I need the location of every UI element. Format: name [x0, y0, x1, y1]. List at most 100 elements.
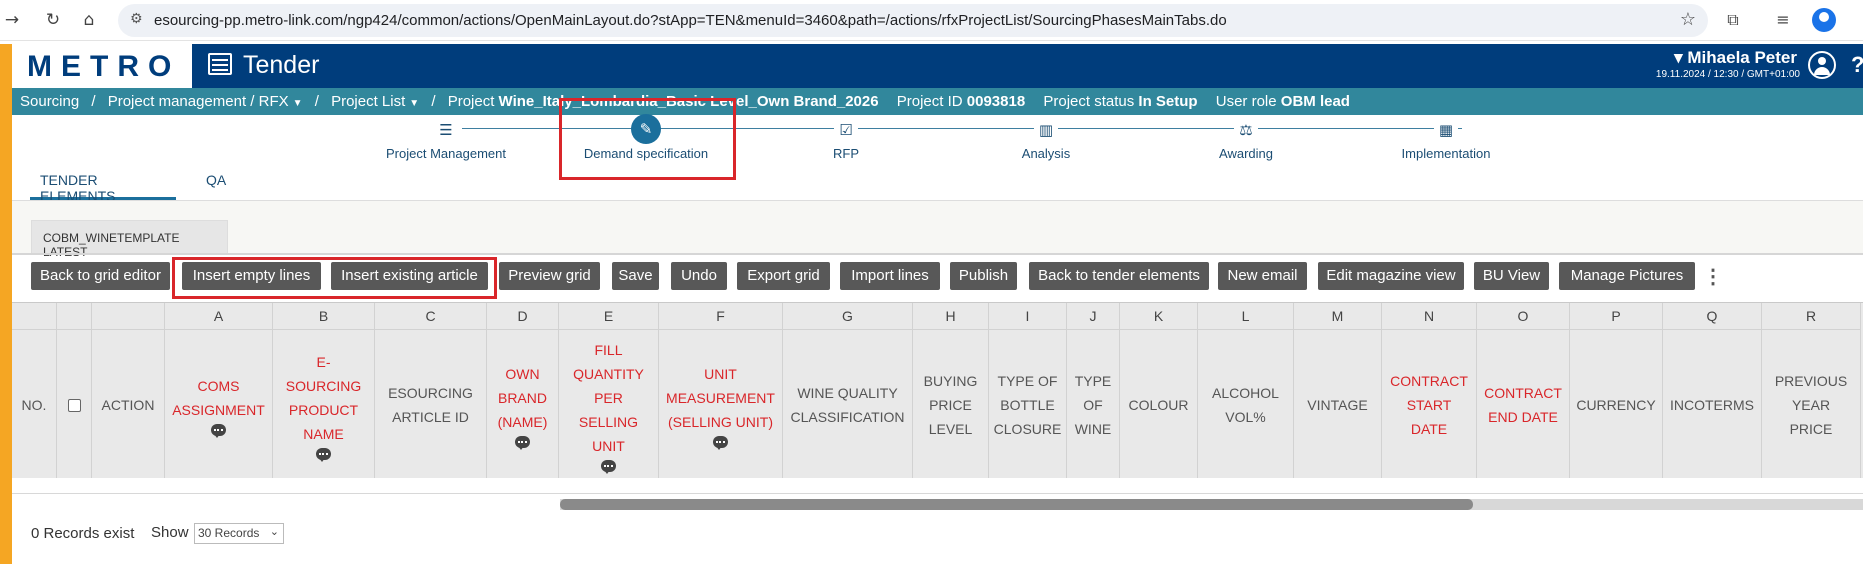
- new-email-button[interactable]: New email: [1218, 262, 1307, 290]
- user-menu[interactable]: ▾ Mihaela Peter: [1674, 48, 1797, 68]
- comment-icon[interactable]: [601, 460, 616, 474]
- step-project-management[interactable]: ☰ Project Management: [356, 118, 536, 161]
- bu-view-button[interactable]: BU View: [1474, 262, 1549, 290]
- column-header[interactable]: FILL QUANTITY PER SELLING UNIT: [559, 331, 658, 479]
- column-header[interactable]: ESOURCING ARTICLE ID: [375, 331, 486, 479]
- home-icon[interactable]: ⌂: [77, 8, 101, 32]
- tender-icon: [208, 53, 232, 75]
- column-header[interactable]: TYPE OF WINE: [1067, 331, 1119, 479]
- user-avatar-icon[interactable]: [1808, 51, 1836, 79]
- tab-qa[interactable]: QA: [206, 170, 226, 200]
- step-awarding[interactable]: ⚖ Awarding: [1156, 118, 1336, 161]
- column-header[interactable]: CONTRACT END DATE: [1477, 331, 1569, 479]
- column-header[interactable]: COLOUR: [1120, 331, 1197, 479]
- publish-button[interactable]: Publish: [950, 262, 1017, 290]
- column-header[interactable]: VINTAGE: [1294, 331, 1381, 479]
- edit-magazine-view-button[interactable]: Edit magazine view: [1318, 262, 1464, 290]
- column-header-line: FILL: [594, 342, 623, 358]
- breadcrumb-project-list[interactable]: Project List ▼: [331, 93, 419, 110]
- comment-icon[interactable]: [211, 424, 226, 438]
- user-role: OBM lead: [1280, 93, 1350, 110]
- project-label: Project: [447, 93, 495, 110]
- export-grid-button[interactable]: Export grid: [737, 262, 830, 290]
- column-letter: H: [913, 303, 988, 330]
- breadcrumb-project-management-label: Project management / RFX: [107, 93, 289, 110]
- bookmark-star-icon[interactable]: ☆: [1680, 9, 1696, 30]
- template-tab[interactable]: COBM_WINETEMPLATE LATEST: [31, 220, 228, 259]
- column-header[interactable]: TYPE OF BOTTLE CLOSURE: [989, 331, 1066, 479]
- comment-icon[interactable]: [515, 436, 530, 450]
- column-header-no: NO.: [21, 397, 47, 413]
- step-rfp[interactable]: ☑ RFP: [756, 118, 936, 161]
- import-lines-button[interactable]: Import lines: [840, 262, 940, 290]
- column-header-line: CLOSURE: [993, 421, 1062, 437]
- calendar-icon: ▦: [1434, 118, 1458, 142]
- site-info-icon[interactable]: ⚙: [130, 11, 143, 27]
- breadcrumb-project-management[interactable]: Project management / RFX ▼: [108, 93, 303, 110]
- url-text[interactable]: esourcing-pp.metro-link.com/ngp424/commo…: [154, 12, 1227, 29]
- column-header[interactable]: INCOTERMS: [1663, 331, 1761, 479]
- media-queue-icon[interactable]: ≡: [1771, 8, 1795, 32]
- forward-icon[interactable]: →: [0, 8, 24, 32]
- column-header-line: PRICE: [929, 397, 972, 413]
- more-options-icon[interactable]: ⋮: [1703, 264, 1723, 289]
- back-to-grid-editor-button[interactable]: Back to grid editor: [31, 262, 170, 290]
- column-header[interactable]: OWN BRAND (NAME): [487, 331, 558, 479]
- column-letter: [12, 303, 56, 330]
- chevron-down-icon: ▼: [292, 98, 303, 109]
- step-implementation[interactable]: ▦ Implementation: [1356, 118, 1536, 161]
- column-letter: R: [1762, 303, 1860, 330]
- column-header[interactable]: E- SOURCING PRODUCT NAME: [273, 331, 374, 479]
- breadcrumb-separator: /: [431, 93, 436, 110]
- column-header-line: (SELLING UNIT): [667, 414, 773, 430]
- breadcrumb-separator: /: [91, 93, 96, 110]
- chevron-down-icon: ⌄: [269, 526, 279, 538]
- reload-icon[interactable]: ↻: [41, 8, 65, 32]
- grid-column-k: K COLOUR: [1120, 303, 1198, 479]
- column-header[interactable]: COMS ASSIGNMENT: [165, 331, 272, 479]
- extensions-icon[interactable]: ⧉: [1721, 8, 1745, 32]
- manage-pictures-button[interactable]: Manage Pictures: [1559, 262, 1695, 290]
- column-header-line: QUANTITY: [573, 366, 644, 382]
- column-header-line: COMS: [197, 378, 240, 394]
- column-letter: G: [783, 303, 912, 330]
- step-analysis[interactable]: ▥ Analysis: [956, 118, 1136, 161]
- project-id: 0093818: [966, 93, 1026, 110]
- horizontal-scrollbar-thumb[interactable]: [560, 499, 1473, 510]
- preview-grid-button[interactable]: Preview grid: [499, 262, 600, 290]
- column-header[interactable]: WINE QUALITY CLASSIFICATION: [783, 331, 912, 479]
- records-per-page-select[interactable]: 30 Records ⌄: [194, 523, 284, 544]
- column-header-line: ASSIGNMENT: [172, 402, 265, 418]
- column-header[interactable]: ALCOHOL VOL%: [1198, 331, 1293, 479]
- select-all-checkbox[interactable]: [67, 398, 81, 412]
- grid-column-f: F UNIT MEASUREMENT (SELLING UNIT): [659, 303, 783, 479]
- tender-grid: NO. ACTION A COMS ASSIGNMENT B E- SOURCING PRO…: [12, 302, 1863, 479]
- grid-column-i: I TYPE OF BOTTLE CLOSURE: [989, 303, 1067, 479]
- back-to-tender-elements-button[interactable]: Back to tender elements: [1029, 262, 1209, 290]
- breadcrumb-sourcing[interactable]: Sourcing: [20, 93, 79, 110]
- column-letter: A: [165, 303, 272, 330]
- column-header[interactable]: BUYING PRICE LEVEL: [913, 331, 988, 479]
- chevron-down-icon: ▼: [409, 98, 420, 109]
- checkbox-icon: ☑: [834, 118, 858, 142]
- tab-tender-elements[interactable]: TENDER ELEMENTS: [30, 170, 176, 204]
- address-bar[interactable]: ⚙ esourcing-pp.metro-link.com/ngp424/com…: [118, 4, 1708, 37]
- comment-icon[interactable]: [713, 436, 728, 450]
- column-header-line: CLASSIFICATION: [790, 409, 905, 425]
- column-header[interactable]: CONTRACT START DATE: [1382, 331, 1476, 479]
- column-header[interactable]: PREVIOUS YEAR PRICE: [1762, 331, 1860, 479]
- grid-column-h: H BUYING PRICE LEVEL: [913, 303, 989, 479]
- bar-chart-icon: ▥: [1034, 118, 1058, 142]
- metro-logo[interactable]: METRO: [12, 44, 192, 88]
- comment-icon[interactable]: [316, 448, 331, 462]
- user-role-label: User role: [1215, 93, 1277, 110]
- toolbar-divider: [12, 253, 1863, 255]
- browser-profile-icon[interactable]: [1812, 8, 1836, 32]
- column-header[interactable]: CURRENCY: [1570, 331, 1662, 479]
- undo-button[interactable]: Undo: [671, 262, 727, 290]
- column-header[interactable]: UNIT MEASUREMENT (SELLING UNIT): [659, 331, 782, 479]
- grid-column-select: [57, 303, 92, 479]
- grid-column-no: NO.: [12, 303, 57, 479]
- save-button[interactable]: Save: [612, 262, 659, 290]
- help-icon[interactable]: ?: [1851, 52, 1863, 78]
